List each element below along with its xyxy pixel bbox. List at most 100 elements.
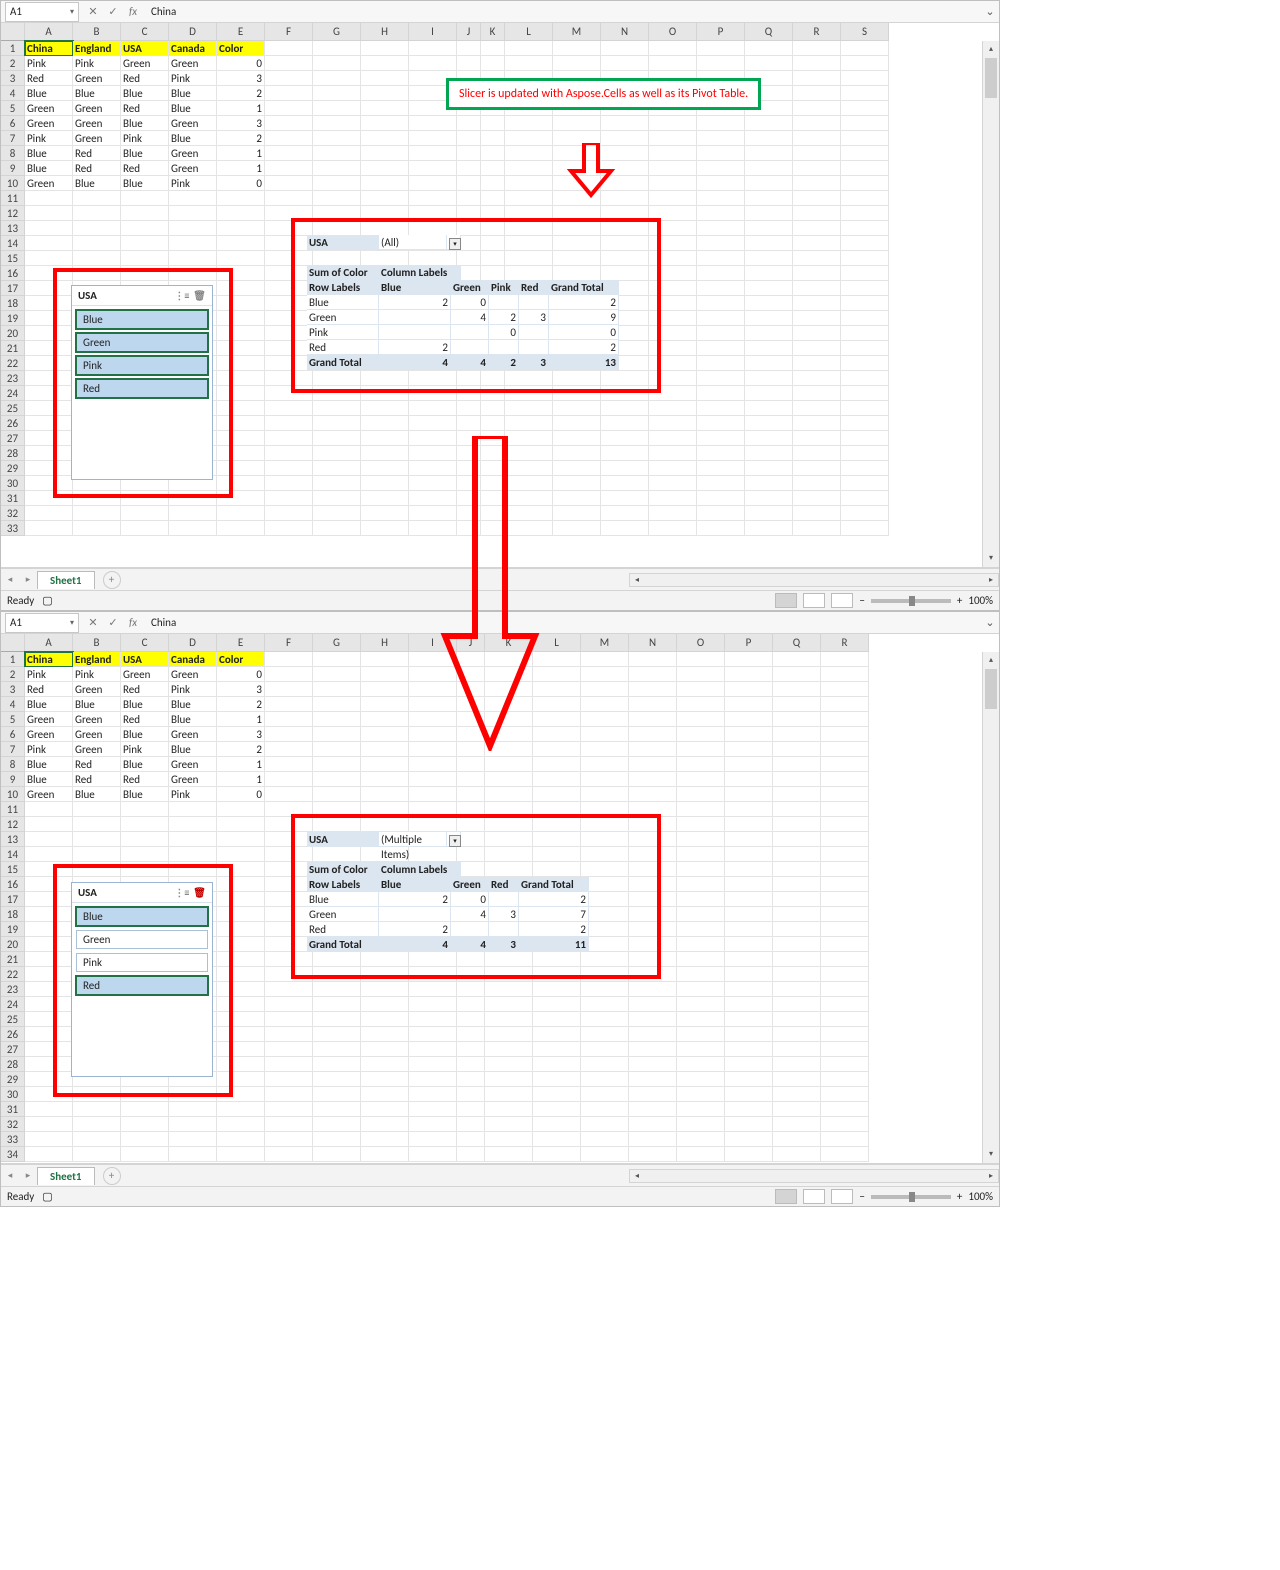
row-header[interactable]: 24 (1, 997, 25, 1012)
cell[interactable] (773, 892, 821, 907)
cell[interactable] (533, 1027, 581, 1042)
cell[interactable] (793, 476, 841, 491)
cell[interactable] (169, 206, 217, 221)
cell[interactable] (533, 1087, 581, 1102)
row-header[interactable]: 21 (1, 341, 25, 356)
row-header[interactable]: 16 (1, 877, 25, 892)
cell[interactable] (697, 326, 745, 341)
cell[interactable] (481, 56, 505, 71)
row-header[interactable]: 4 (1, 86, 25, 101)
cell[interactable] (773, 832, 821, 847)
cell[interactable] (457, 116, 481, 131)
cell[interactable] (217, 802, 265, 817)
cell[interactable] (821, 667, 869, 682)
cell[interactable]: 1 (217, 757, 265, 772)
cell[interactable] (409, 982, 457, 997)
cell[interactable] (649, 146, 697, 161)
cell[interactable] (121, 1147, 169, 1162)
cell[interactable] (169, 521, 217, 536)
cell[interactable] (533, 1147, 581, 1162)
cell[interactable] (169, 1132, 217, 1147)
row-header[interactable]: 8 (1, 757, 25, 772)
cell[interactable] (629, 1042, 677, 1057)
cell[interactable] (533, 997, 581, 1012)
vertical-scrollbar[interactable]: ▴▾ (982, 652, 999, 1163)
cell[interactable]: Green (169, 116, 217, 131)
cell[interactable] (745, 131, 793, 146)
row-header[interactable]: 4 (1, 697, 25, 712)
column-header[interactable]: I (409, 23, 457, 41)
normal-view-icon[interactable] (775, 1189, 797, 1204)
cell[interactable] (821, 922, 869, 937)
cell[interactable] (409, 56, 457, 71)
slicer-item[interactable]: Blue (76, 907, 208, 926)
cell[interactable] (553, 116, 601, 131)
cell[interactable] (773, 952, 821, 967)
cell[interactable]: Green (121, 667, 169, 682)
cell[interactable] (745, 146, 793, 161)
cell[interactable] (697, 41, 745, 56)
cell[interactable] (361, 1057, 409, 1072)
cell[interactable] (217, 817, 265, 832)
cell[interactable]: 2 (217, 697, 265, 712)
cell[interactable] (481, 191, 505, 206)
cell[interactable] (73, 206, 121, 221)
cell[interactable] (793, 386, 841, 401)
cell[interactable] (821, 1102, 869, 1117)
cell[interactable] (265, 1057, 313, 1072)
cell[interactable] (745, 416, 793, 431)
cell[interactable] (745, 401, 793, 416)
cell[interactable] (485, 1057, 533, 1072)
cell[interactable] (773, 787, 821, 802)
cell[interactable] (793, 521, 841, 536)
cell[interactable] (533, 712, 581, 727)
cell[interactable]: Green (25, 712, 73, 727)
cell[interactable] (725, 1027, 773, 1042)
row-header[interactable]: 6 (1, 727, 25, 742)
cell[interactable] (313, 431, 361, 446)
cell[interactable]: Color (217, 652, 265, 667)
cell[interactable] (745, 506, 793, 521)
cell[interactable] (841, 326, 889, 341)
cell[interactable]: Blue (121, 116, 169, 131)
cell[interactable] (649, 161, 697, 176)
zoom-out-icon[interactable]: − (859, 594, 864, 607)
cell[interactable] (821, 832, 869, 847)
cell[interactable] (485, 772, 533, 787)
cell[interactable] (361, 71, 409, 86)
cell[interactable]: 2 (217, 86, 265, 101)
cell[interactable] (361, 982, 409, 997)
zoom-in-icon[interactable]: + (957, 594, 962, 607)
cell[interactable] (725, 742, 773, 757)
cell[interactable] (725, 922, 773, 937)
cell[interactable] (629, 1027, 677, 1042)
cell[interactable] (169, 506, 217, 521)
cell[interactable] (409, 1042, 457, 1057)
cell[interactable]: Green (169, 727, 217, 742)
cell[interactable]: Green (73, 131, 121, 146)
cell[interactable] (697, 446, 745, 461)
cell[interactable] (533, 787, 581, 802)
cell[interactable] (725, 937, 773, 952)
cell[interactable] (217, 221, 265, 236)
cell[interactable] (73, 832, 121, 847)
cell[interactable] (745, 56, 793, 71)
cell[interactable] (793, 146, 841, 161)
cell[interactable] (361, 787, 409, 802)
cell[interactable] (649, 446, 697, 461)
row-header[interactable]: 33 (1, 1132, 25, 1147)
cell[interactable] (25, 847, 73, 862)
cell[interactable] (697, 296, 745, 311)
cell[interactable] (793, 236, 841, 251)
cell[interactable] (217, 251, 265, 266)
cell[interactable] (581, 982, 629, 997)
cell[interactable] (485, 1102, 533, 1117)
cell[interactable] (601, 401, 649, 416)
cell[interactable] (505, 416, 553, 431)
cell[interactable] (533, 1012, 581, 1027)
cell[interactable] (649, 116, 697, 131)
cell[interactable] (629, 1012, 677, 1027)
slicer-item[interactable]: Pink (76, 356, 208, 375)
cell[interactable]: Red (121, 682, 169, 697)
row-header[interactable]: 25 (1, 1012, 25, 1027)
